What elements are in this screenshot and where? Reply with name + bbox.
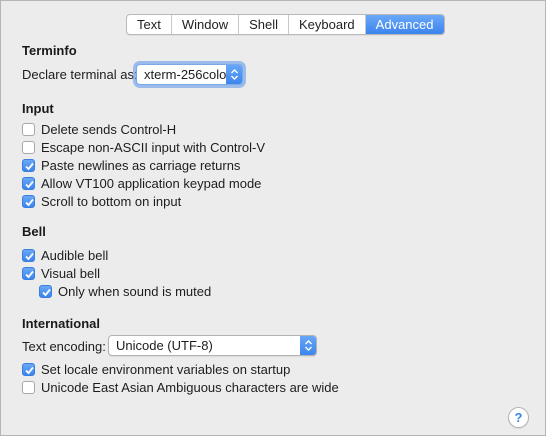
declare-terminal-label: Declare terminal as: — [22, 67, 138, 82]
tab-advanced[interactable]: Advanced — [365, 15, 444, 34]
checkmark-icon — [25, 252, 34, 260]
checkbox[interactable] — [22, 380, 35, 394]
checkmark-icon — [25, 162, 34, 170]
option-set-locale-env[interactable]: Set locale environment variables on star… — [22, 361, 290, 377]
option-scroll-to-bottom[interactable]: Scroll to bottom on input — [22, 193, 181, 209]
checkmark-icon — [25, 366, 34, 374]
checkmark-icon — [42, 288, 51, 296]
text-encoding-value: Unicode (UTF-8) — [116, 338, 213, 353]
text-encoding-popup[interactable]: Unicode (UTF-8) — [108, 335, 317, 356]
option-label: Paste newlines as carriage returns — [41, 157, 241, 173]
tab-keyboard[interactable]: Keyboard — [289, 15, 366, 34]
option-label: Escape non-ASCII input with Control-V — [41, 139, 265, 155]
tab-shell[interactable]: Shell — [239, 15, 290, 34]
option-label: Set locale environment variables on star… — [41, 361, 291, 377]
tab-text[interactable]: Text — [127, 15, 172, 34]
profile-tab-bar: Text Window Shell Keyboard Advanced — [126, 14, 445, 35]
checkmark-icon — [25, 198, 34, 206]
option-escape-non-ascii[interactable]: Escape non-ASCII input with Control-V — [22, 139, 265, 155]
checkbox-checked[interactable] — [22, 176, 35, 190]
option-label: Only when sound is muted — [58, 283, 212, 299]
option-label: Visual bell — [41, 265, 101, 281]
checkbox[interactable] — [22, 122, 35, 136]
option-audible-bell[interactable]: Audible bell — [22, 247, 108, 263]
checkbox-checked[interactable] — [22, 194, 35, 208]
input-section-title: Input — [22, 101, 54, 116]
option-paste-newlines[interactable]: Paste newlines as carriage returns — [22, 157, 240, 173]
popup-chevrons-icon — [226, 65, 242, 84]
bell-section-title: Bell — [22, 224, 46, 239]
checkbox-checked[interactable] — [22, 248, 35, 262]
question-mark-icon: ? — [514, 410, 523, 425]
checkmark-icon — [25, 270, 34, 278]
tab-window[interactable]: Window — [172, 15, 240, 34]
checkbox-checked[interactable] — [39, 284, 52, 298]
option-label: Audible bell — [41, 247, 109, 263]
option-label: Allow VT100 application keypad mode — [41, 175, 262, 191]
option-label: Unicode East Asian Ambiguous characters … — [41, 379, 339, 395]
help-button[interactable]: ? — [508, 407, 529, 428]
text-encoding-label: Text encoding: — [22, 339, 106, 354]
terminfo-section-title: Terminfo — [22, 43, 77, 58]
declare-terminal-popup[interactable]: xterm-256color — [136, 64, 243, 85]
option-vt100-keypad[interactable]: Allow VT100 application keypad mode — [22, 175, 261, 191]
international-section-title: International — [22, 316, 101, 331]
option-only-when-muted[interactable]: Only when sound is muted — [39, 283, 211, 299]
popup-chevrons-icon — [300, 336, 316, 355]
option-delete-sends-control-h[interactable]: Delete sends Control-H — [22, 121, 176, 137]
checkbox-checked[interactable] — [22, 266, 35, 280]
option-label: Delete sends Control-H — [41, 121, 177, 137]
checkbox-checked[interactable] — [22, 362, 35, 376]
declare-terminal-value: xterm-256color — [144, 67, 231, 82]
option-east-asian-wide[interactable]: Unicode East Asian Ambiguous characters … — [22, 379, 339, 395]
preferences-panel: Text Window Shell Keyboard Advanced Term… — [0, 0, 546, 436]
checkbox-checked[interactable] — [22, 158, 35, 172]
checkmark-icon — [25, 180, 34, 188]
checkbox[interactable] — [22, 140, 35, 154]
option-visual-bell[interactable]: Visual bell — [22, 265, 100, 281]
option-label: Scroll to bottom on input — [41, 193, 182, 209]
